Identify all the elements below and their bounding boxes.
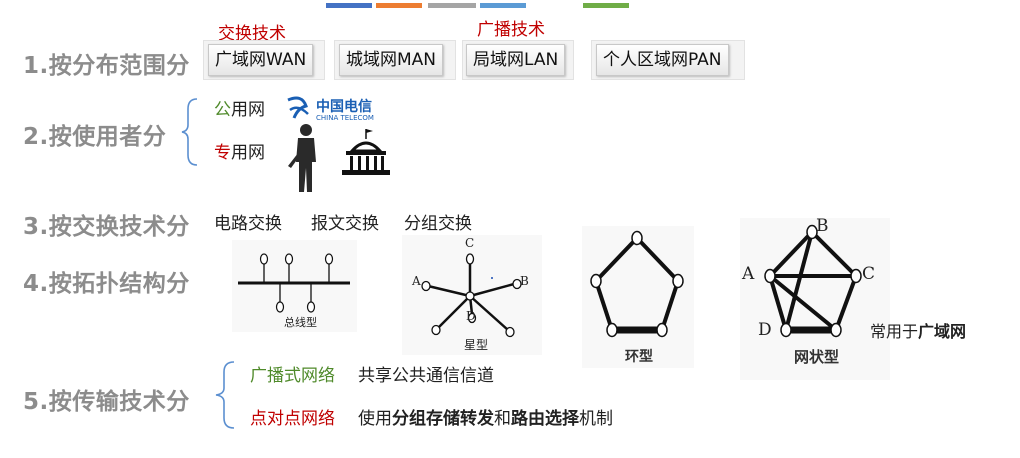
public-prefix: 公	[214, 100, 231, 120]
star-topology-diagram	[421, 253, 522, 338]
p2p-desc-bold2: 路由选择	[511, 409, 579, 429]
desc-p2p-network: 使用分组存储转发和路由选择机制	[358, 404, 613, 429]
mesh-node-c: C	[862, 264, 876, 284]
heading-topology: 4.按拓扑结构分	[23, 271, 190, 297]
tag-broadcast-tech: 广播技术	[477, 20, 545, 40]
item-packet-switching: 分组交换	[404, 214, 472, 234]
color-bar-4	[480, 3, 526, 8]
box-lan: 局域网LAN	[466, 44, 566, 76]
p2p-desc-1: 使用	[358, 409, 392, 429]
mesh-note: 常用于广域网	[870, 318, 966, 342]
star-node-d: D	[466, 309, 476, 323]
label-public-network: 公用网	[214, 95, 265, 120]
private-rest: 用网	[231, 143, 265, 163]
p2p-desc-2: 和	[494, 409, 511, 429]
mesh-node-a: A	[742, 264, 755, 284]
ring-topology-diagram	[590, 230, 684, 338]
mesh-node-d: D	[758, 320, 772, 340]
box-man: 城域网MAN	[339, 44, 444, 76]
star-node-a: A	[412, 274, 421, 288]
brace-user	[181, 98, 198, 166]
china-telecom-logo-icon	[287, 96, 309, 119]
mesh-label: 网状型	[794, 348, 840, 366]
color-bar-3	[428, 3, 476, 8]
logo-text-en: CHINA TELECOM	[316, 114, 374, 122]
mesh-note-prefix: 常用于	[870, 322, 919, 341]
bus-topology-diagram	[238, 253, 350, 313]
ring-label: 环型	[625, 349, 653, 365]
label-private-network: 专用网	[214, 138, 265, 163]
brace-transmission	[215, 361, 235, 429]
color-bar-1	[326, 3, 372, 8]
mesh-node-b: B	[816, 216, 829, 236]
p2p-desc-3: 机制	[579, 409, 613, 429]
item-circuit-switching: 电路交换	[214, 214, 282, 234]
p2p-desc-bold1: 分组存储转发	[392, 409, 494, 429]
private-prefix: 专	[214, 143, 231, 163]
label-p2p-network: 点对点网络	[250, 409, 335, 429]
heading-transmission: 5.按传输技术分	[23, 389, 190, 415]
box-wan: 广域网WAN	[208, 44, 314, 76]
star-node-b: B	[520, 274, 529, 288]
heading-switching: 3.按交换技术分	[23, 214, 190, 240]
public-rest: 用网	[231, 100, 265, 120]
government-building-icon	[342, 129, 390, 175]
mesh-note-bold: 广域网	[918, 322, 967, 341]
star-label: 星型	[464, 338, 489, 352]
box-pan: 个人区域网PAN	[596, 44, 729, 76]
item-message-switching: 报文交换	[311, 214, 379, 234]
heading-user: 2.按使用者分	[23, 124, 167, 150]
color-bar-2	[376, 3, 422, 8]
star-node-c: C	[465, 236, 475, 250]
logo-text-cn: 中国电信	[316, 99, 372, 115]
bus-label: 总线型	[284, 316, 317, 329]
heading-distribution: 1.按分布范围分	[23, 53, 190, 79]
color-bar-5	[583, 3, 629, 8]
soldier-icon	[288, 124, 316, 192]
label-broadcast-network: 广播式网络	[250, 366, 335, 386]
desc-broadcast-network: 共享公共通信信道	[358, 366, 494, 386]
